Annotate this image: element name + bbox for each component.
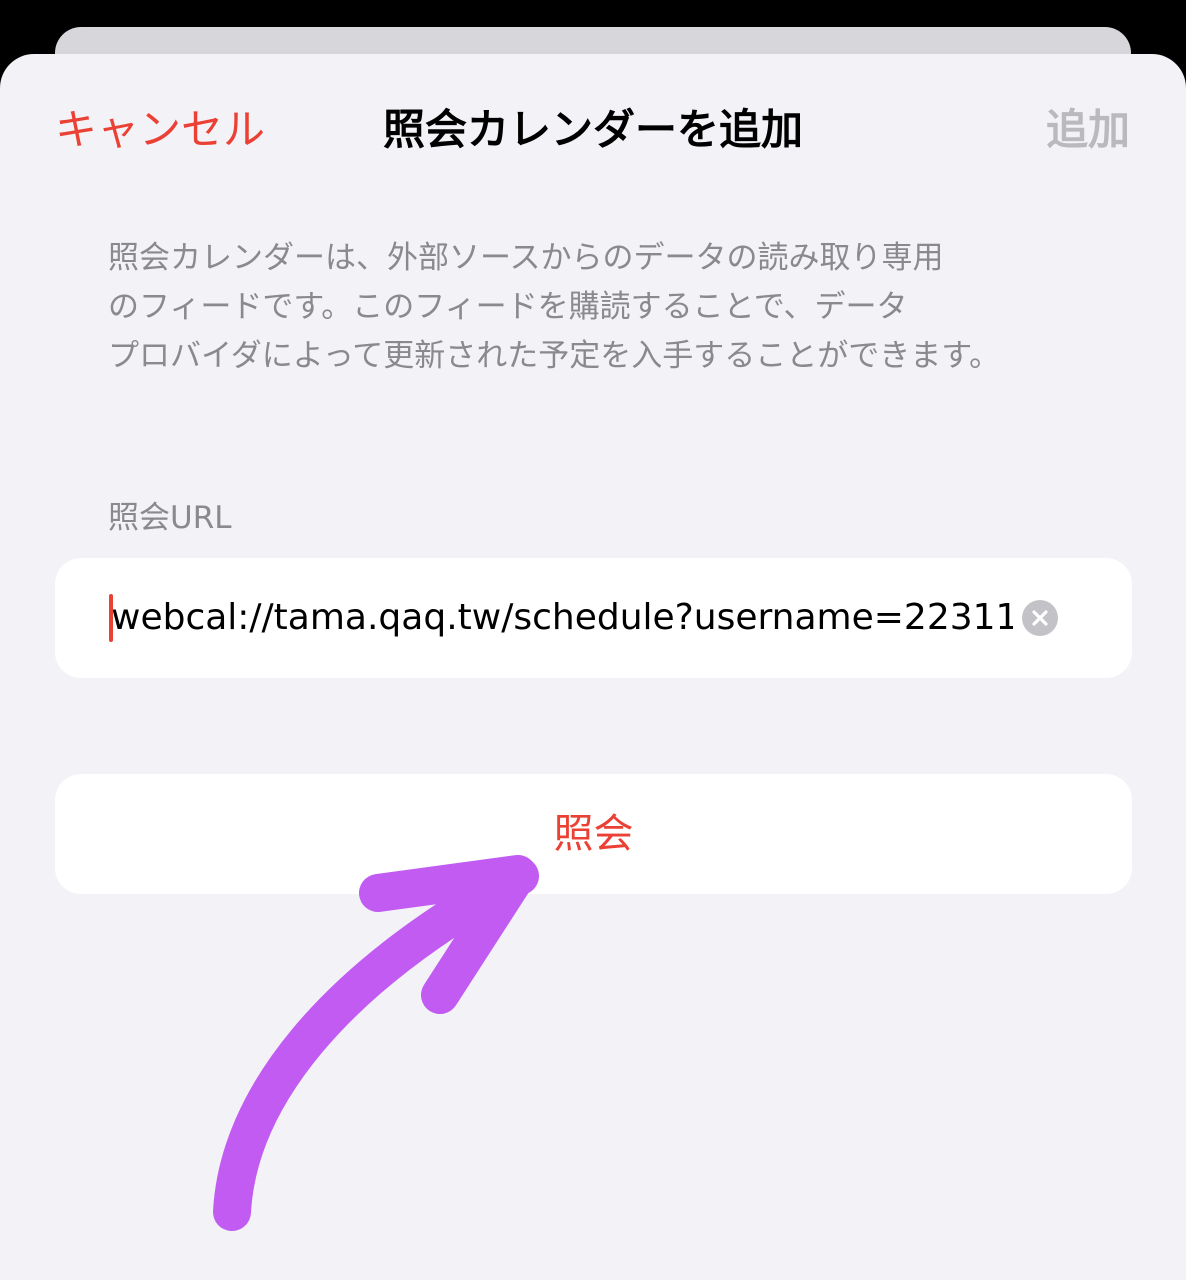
navigation-bar: キャンセル 照会カレンダーを追加 追加 [0,54,1186,204]
add-subscription-sheet: キャンセル 照会カレンダーを追加 追加 照会カレンダーは、外部ソースからのデータ… [0,54,1186,1280]
subscribe-button[interactable]: 照会 [55,774,1132,894]
description-line: プロバイダによって更新された予定を入手することができます。 [108,338,1001,374]
subscription-url-field[interactable]: webcal://tama.qaq.tw/schedule?username=2… [55,558,1132,678]
url-text-container: webcal://tama.qaq.tw/schedule?username=2… [109,558,1013,678]
subscription-url-input[interactable]: webcal://tama.qaq.tw/schedule?username=2… [111,558,1013,678]
subscribe-button-label: 照会 [553,811,634,857]
text-cursor [109,594,113,642]
clear-text-button[interactable] [1022,600,1058,636]
url-section-label: 照会URL [108,500,232,536]
add-button[interactable]: 追加 [1046,104,1130,156]
description-line: のフィードです。このフィードを購読することで、データ [108,289,908,325]
screen: キャンセル 照会カレンダーを追加 追加 照会カレンダーは、外部ソースからのデータ… [0,0,1186,1280]
description-text: 照会カレンダーは、外部ソースからのデータの読み取り専用 のフィードです。このフィ… [108,234,1068,381]
description-line: 照会カレンダーは、外部ソースからのデータの読み取り専用 [108,240,944,276]
clear-icon [1032,610,1048,626]
cancel-button[interactable]: キャンセル [55,104,265,156]
